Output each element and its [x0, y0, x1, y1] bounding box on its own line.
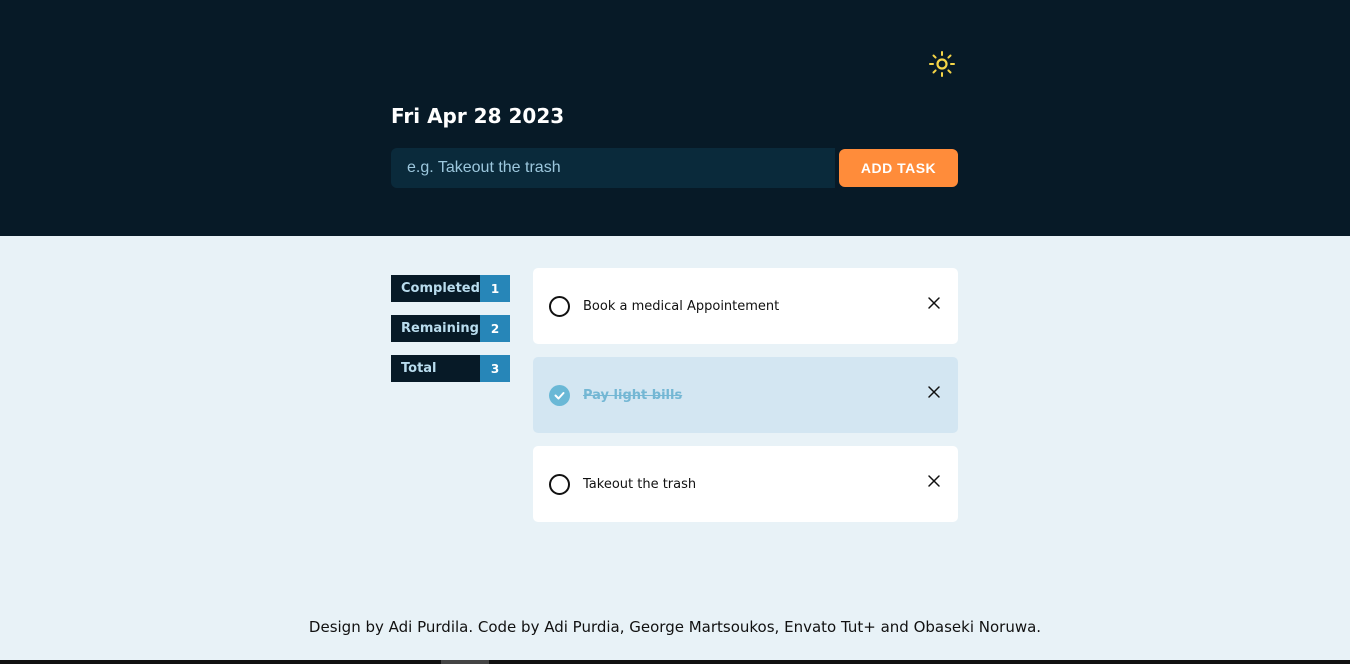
stat-count: 1 [480, 275, 510, 302]
footer-credit: Design by Adi Purdila. Code by Adi Purdi… [308, 618, 1042, 636]
stat-count: 3 [480, 355, 510, 382]
stat-label: Completed [391, 275, 480, 302]
task-checkbox[interactable] [549, 473, 570, 495]
horizontal-scrollbar[interactable] [0, 660, 1350, 664]
task-text: Takeout the trash [583, 476, 697, 492]
task-item: Takeout the trash [533, 446, 958, 522]
close-icon[interactable] [926, 473, 942, 489]
task-input[interactable] [391, 148, 835, 188]
check-icon [554, 391, 565, 399]
stat-label: Remaining [391, 315, 480, 342]
header: Fri Apr 28 2023 ADD TASK [0, 0, 1350, 236]
close-icon[interactable] [926, 295, 942, 311]
task-item: Book a medical Appointement [533, 268, 958, 344]
stat-remaining: Remaining 2 [391, 315, 510, 342]
stat-total: Total 3 [391, 355, 510, 382]
task-list: Book a medical Appointement Pay light bi… [533, 268, 958, 535]
task-checkbox-checked[interactable] [549, 384, 570, 406]
current-date: Fri Apr 28 2023 [391, 104, 565, 128]
stat-count: 2 [480, 315, 510, 342]
stat-label: Total [391, 355, 480, 382]
close-icon[interactable] [926, 384, 942, 400]
task-stats: Completed 1 Remaining 2 Total 3 [391, 275, 510, 395]
sun-icon[interactable] [928, 50, 956, 78]
add-task-button[interactable]: ADD TASK [839, 149, 958, 187]
stat-completed: Completed 1 [391, 275, 510, 302]
task-text: Book a medical Appointement [583, 298, 780, 314]
scrollbar-thumb[interactable] [441, 660, 489, 664]
task-item: Pay light bills [533, 357, 958, 433]
task-checkbox[interactable] [549, 295, 570, 317]
task-text: Pay light bills [583, 387, 683, 403]
